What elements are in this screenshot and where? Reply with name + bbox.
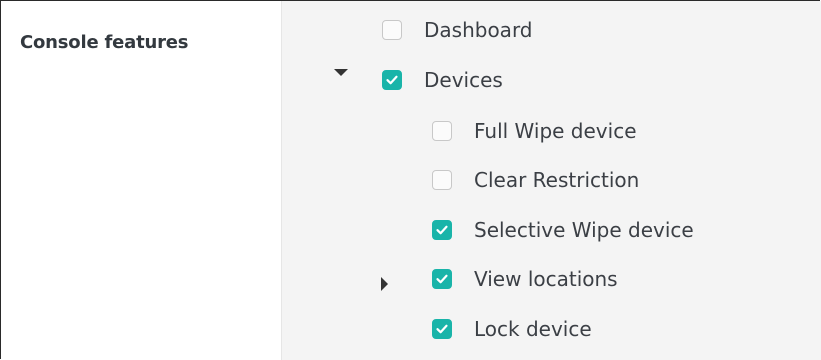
devices-collapse-caret-icon[interactable] bbox=[334, 69, 348, 76]
feature-tree: Dashboard Devices Full Wipe device Clear… bbox=[282, 1, 821, 360]
view-locations-expand-caret-icon[interactable] bbox=[381, 277, 388, 291]
clear-restriction-label: Clear Restriction bbox=[474, 168, 640, 192]
tree-item-full-wipe-device[interactable]: Full Wipe device bbox=[432, 115, 637, 147]
check-icon bbox=[386, 75, 398, 85]
devices-checkbox[interactable] bbox=[382, 70, 402, 90]
tree-item-view-locations[interactable]: View locations bbox=[432, 263, 618, 295]
tree-item-clear-restriction[interactable]: Clear Restriction bbox=[432, 164, 639, 196]
full-wipe-device-checkbox[interactable] bbox=[432, 121, 452, 141]
console-features-label: Console features bbox=[20, 32, 189, 53]
label-column: Console features bbox=[1, 1, 282, 360]
tree-item-lock-device[interactable]: Lock device bbox=[432, 313, 592, 345]
full-wipe-device-label: Full Wipe device bbox=[474, 119, 637, 143]
selective-wipe-device-label: Selective Wipe device bbox=[474, 218, 694, 242]
tree-item-devices[interactable]: Devices bbox=[382, 64, 503, 96]
check-icon bbox=[436, 274, 448, 284]
view-locations-checkbox[interactable] bbox=[432, 269, 452, 289]
tree-item-dashboard[interactable]: Dashboard bbox=[382, 14, 533, 46]
check-icon bbox=[436, 324, 448, 334]
tree-item-selective-wipe-device[interactable]: Selective Wipe device bbox=[432, 214, 694, 246]
lock-device-label: Lock device bbox=[474, 317, 592, 341]
clear-restriction-checkbox[interactable] bbox=[432, 170, 452, 190]
dashboard-label: Dashboard bbox=[424, 18, 533, 42]
lock-device-checkbox[interactable] bbox=[432, 319, 452, 339]
devices-label: Devices bbox=[424, 68, 503, 92]
view-locations-label: View locations bbox=[474, 267, 618, 291]
dashboard-checkbox[interactable] bbox=[382, 20, 402, 40]
check-icon bbox=[436, 225, 448, 235]
selective-wipe-device-checkbox[interactable] bbox=[432, 220, 452, 240]
